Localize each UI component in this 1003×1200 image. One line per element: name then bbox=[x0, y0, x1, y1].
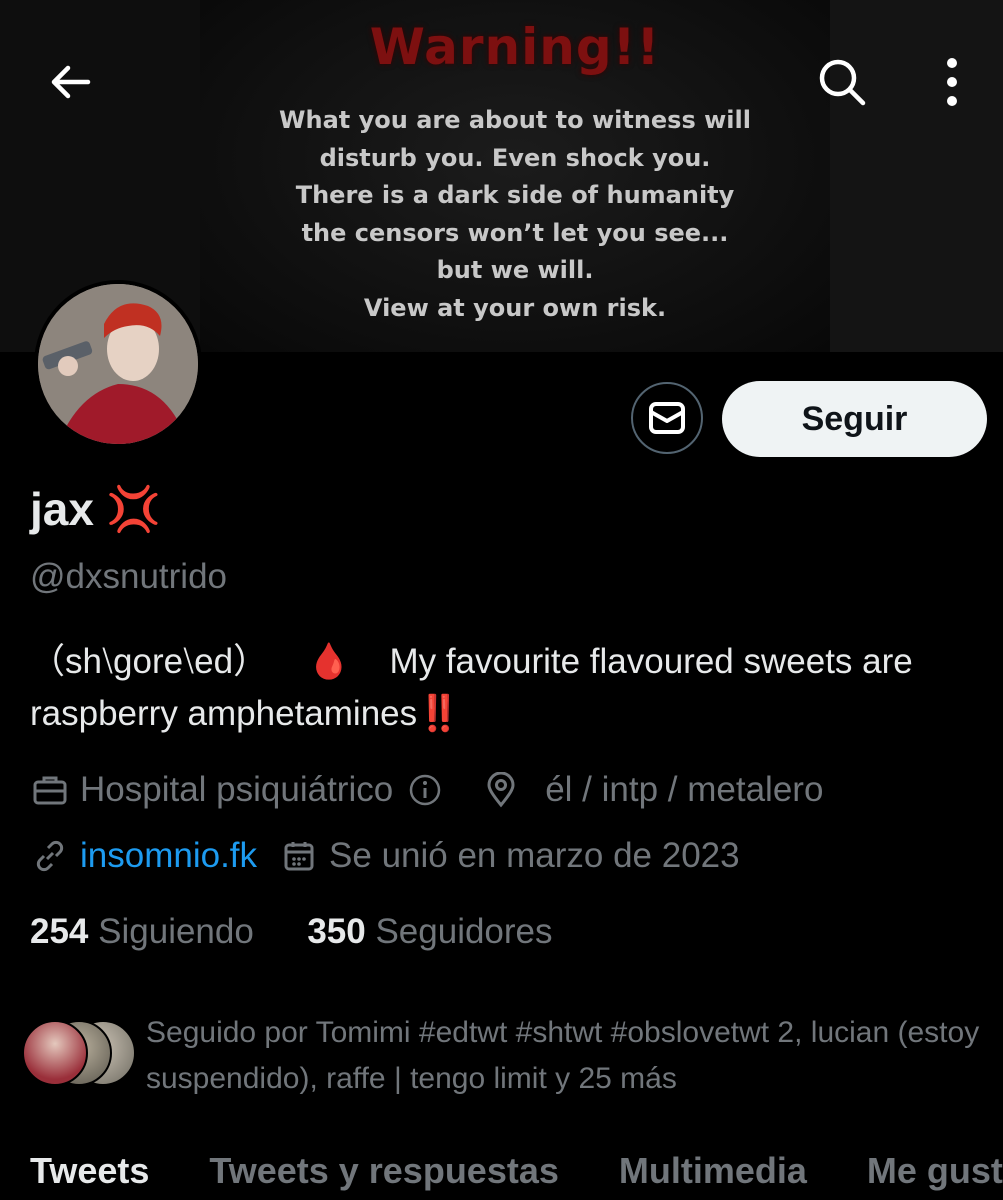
banner-text: What you are about to witness will distu… bbox=[279, 106, 751, 322]
username: @dxsnutrido bbox=[30, 557, 228, 596]
anger-emoji-icon: 💢 bbox=[105, 485, 161, 534]
tab-likes[interactable]: Me gusta bbox=[867, 1150, 1003, 1200]
follow-stats: 254 Siguiendo 350 Seguidores bbox=[30, 912, 553, 952]
link-icon bbox=[30, 836, 70, 876]
location: él / intp / metalero bbox=[545, 770, 824, 809]
profile-meta-row-2: insomnio.fk Se unió en marzo de 2023 bbox=[30, 836, 740, 876]
followed-by-text[interactable]: Seguido por Tomimi #edtwt #shtwt #obslov… bbox=[146, 1010, 986, 1102]
more-vertical-icon bbox=[947, 58, 957, 106]
bio: （sh⧵gore⧵ed） 🩸 My favourite flavoured sw… bbox=[30, 642, 923, 733]
following-count: 254 bbox=[30, 912, 89, 951]
join-date: Se unió en marzo de 2023 bbox=[329, 836, 740, 875]
banner-title: Warning!! bbox=[369, 18, 661, 76]
banner-image: Warning!! What you are about to witness … bbox=[200, 0, 830, 352]
location-icon bbox=[481, 770, 521, 810]
search-icon bbox=[819, 59, 866, 106]
search-button[interactable] bbox=[810, 50, 874, 114]
display-name-text: jax bbox=[30, 483, 94, 535]
info-icon[interactable] bbox=[405, 770, 445, 810]
following-link[interactable]: 254 Siguiendo bbox=[30, 912, 254, 951]
avatar-picture bbox=[38, 284, 198, 444]
briefcase-icon bbox=[30, 770, 70, 810]
avatar-image bbox=[38, 284, 198, 444]
professional-category: Hospital psiquiátrico bbox=[80, 770, 394, 809]
back-button[interactable] bbox=[40, 52, 100, 112]
followers-label: Seguidores bbox=[375, 912, 553, 951]
profile-tabs: Tweets Tweets y respuestas Multimedia Me… bbox=[0, 1150, 1003, 1200]
profile-meta-row-1: Hospital psiquiátrico él / intp / metale… bbox=[30, 770, 823, 810]
tab-media[interactable]: Multimedia bbox=[619, 1150, 807, 1200]
message-button[interactable] bbox=[631, 382, 703, 454]
more-options-button[interactable] bbox=[930, 54, 974, 110]
arrow-left-icon bbox=[51, 65, 91, 99]
envelope-icon bbox=[649, 402, 685, 434]
avatar[interactable] bbox=[34, 280, 202, 448]
calendar-icon bbox=[279, 836, 319, 876]
mini-avatar bbox=[22, 1020, 88, 1086]
followers-link[interactable]: 350 Seguidores bbox=[307, 912, 552, 951]
display-name: jax 💢 bbox=[30, 482, 161, 536]
tab-tweets[interactable]: Tweets bbox=[30, 1150, 149, 1200]
followers-count: 350 bbox=[307, 912, 366, 951]
tab-tweets-replies[interactable]: Tweets y respuestas bbox=[209, 1150, 559, 1200]
follow-button[interactable]: Seguir bbox=[722, 381, 987, 457]
following-label: Siguiendo bbox=[98, 912, 254, 951]
website-link[interactable]: insomnio.fk bbox=[80, 836, 257, 876]
